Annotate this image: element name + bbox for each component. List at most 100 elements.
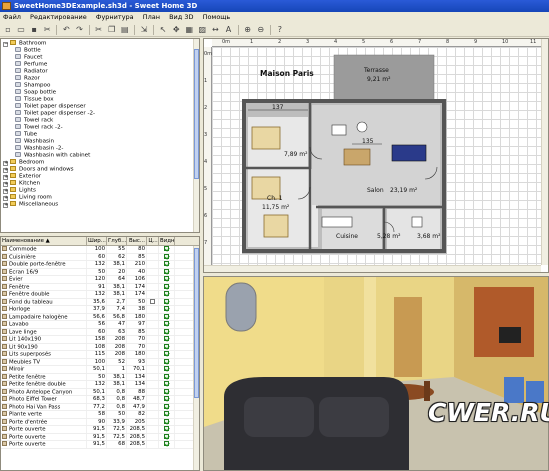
visible-checkbox[interactable] [164, 366, 169, 371]
visible-checkbox[interactable] [164, 298, 169, 304]
catalog-item[interactable]: Toilet paper dispenser -2- [3, 110, 199, 117]
plant-icon[interactable] [356, 121, 368, 133]
expand-icon[interactable]: + [3, 167, 8, 173]
desk-icon[interactable] [331, 124, 347, 136]
catalog-scrollbar[interactable] [193, 39, 199, 232]
expand-icon[interactable]: + [3, 174, 8, 180]
catalog-category[interactable]: − Bathroom [3, 40, 199, 47]
table-row[interactable]: Miroir 50,1 1 70,1 [1, 366, 199, 374]
plan-vertical-scrollbar[interactable] [541, 39, 548, 265]
expand-icon[interactable]: + [3, 202, 8, 208]
cell-visible[interactable] [159, 298, 175, 305]
catalog-category[interactable]: + Exterior [3, 173, 199, 180]
catalog-item[interactable]: Washbasin -2- [3, 145, 199, 152]
plan-canvas[interactable]: Maison Paris Terrasse 9,21 m² 137 135 7,… [212, 47, 541, 265]
catalog-item[interactable]: Washbasin [3, 138, 199, 145]
catalog-item[interactable]: Washbasin with cabinet [3, 152, 199, 159]
header-name[interactable]: Наименование ▲ [1, 237, 87, 245]
catalog-item[interactable]: Razor [3, 75, 199, 82]
cell-visible[interactable] [159, 336, 175, 343]
table-row[interactable]: Porte ouverte 91,5 72,5 208,5 [1, 426, 199, 434]
catalog-item[interactable]: Faucet [3, 54, 199, 61]
cell-visible[interactable] [159, 276, 175, 283]
table-scrollbar[interactable] [193, 246, 199, 470]
cell-visible[interactable] [159, 351, 175, 358]
scrollbar-thumb[interactable] [194, 49, 199, 179]
table-row[interactable]: Double porte-fenêtre 132 38,1 210 [1, 261, 199, 269]
catalog-category[interactable]: + Kitchen [3, 180, 199, 187]
table-row[interactable]: Petite fenêtre 50 38,1 134 [1, 373, 199, 381]
menu-file[interactable]: Файл [3, 13, 21, 21]
cell-visible[interactable] [159, 283, 175, 290]
catalog-item[interactable]: Tissue box [3, 96, 199, 103]
cut-icon-2[interactable]: ✂ [94, 25, 104, 35]
expand-icon[interactable]: + [3, 195, 8, 201]
cell-visible[interactable] [159, 261, 175, 268]
cell-visible[interactable] [159, 411, 175, 418]
create-walls-icon[interactable]: ▦ [184, 25, 194, 35]
table-row[interactable]: Photo Antelope Canyon 50,1 0,8 88 [1, 388, 199, 396]
visible-checkbox[interactable] [164, 373, 169, 379]
catalog-category[interactable]: + Lights [3, 187, 199, 194]
visible-checkbox[interactable] [164, 291, 169, 296]
table-row[interactable]: Cuisinière 60 62 85 [1, 253, 199, 261]
paste-icon[interactable]: ▤ [120, 25, 130, 35]
cell-visible[interactable] [159, 441, 175, 448]
table-row[interactable]: Porte ouverte 91,5 68 208,5 [1, 441, 199, 449]
cell-visible[interactable] [159, 433, 175, 440]
add-text-icon[interactable]: A [223, 25, 233, 35]
table-row[interactable]: Lavabo 56 47 97 [1, 321, 199, 329]
visible-checkbox[interactable] [164, 418, 169, 424]
create-rooms-icon[interactable]: ▨ [197, 25, 207, 35]
expand-icon[interactable]: + [3, 181, 8, 187]
cell-visible[interactable] [159, 313, 175, 320]
cell-visible[interactable] [159, 246, 175, 253]
cell-visible[interactable] [159, 396, 175, 403]
table-row[interactable]: Ecran 16/9 50 20 40 [1, 268, 199, 276]
table-row[interactable]: Horloge 37,9 7,4 38 [1, 306, 199, 314]
cell-visible[interactable] [159, 268, 175, 275]
cell-visible[interactable] [159, 358, 175, 365]
catalog-category[interactable]: + Living room [3, 194, 199, 201]
catalog-item[interactable]: Tube [3, 131, 199, 138]
cell-visible[interactable] [159, 343, 175, 350]
furniture-catalog-tree[interactable]: − Bathroom Bottle Faucet Perfume Radiator Razo… [0, 38, 200, 233]
washbasin-icon[interactable] [411, 216, 423, 228]
table-row[interactable]: Plante verte 58 50 82 [1, 411, 199, 419]
redo-icon[interactable]: ↷ [74, 25, 84, 35]
table-row[interactable]: Evier 120 64 106 [1, 276, 199, 284]
save-icon[interactable]: ▪ [29, 25, 39, 35]
cell-visible[interactable] [159, 418, 175, 425]
furniture-table[interactable]: Наименование ▲ Шир... Глуб... Выс... Ц..… [0, 236, 200, 471]
bed-icon[interactable] [251, 126, 281, 150]
cell-visible[interactable] [159, 373, 175, 380]
visible-checkbox[interactable] [164, 433, 169, 439]
catalog-category[interactable]: + Doors and windows [3, 166, 199, 173]
menu-edit[interactable]: Редактирование [30, 13, 87, 21]
catalog-item[interactable]: Perfume [3, 61, 199, 68]
menu-furniture[interactable]: Фурнитура [96, 13, 134, 21]
expand-icon[interactable]: + [3, 160, 8, 166]
add-furniture-icon[interactable]: ⇲ [139, 25, 149, 35]
dining-table-icon[interactable] [343, 148, 371, 166]
cell-visible[interactable] [159, 253, 175, 260]
header-color[interactable]: Ц... [147, 237, 159, 245]
menu-help[interactable]: Помощь [203, 13, 231, 21]
table-row[interactable]: Photo Eiffel Tower 68,3 0,8 48,7 [1, 396, 199, 404]
visible-checkbox[interactable] [164, 396, 169, 401]
catalog-item[interactable]: Radiator [3, 68, 199, 75]
table-row[interactable]: Lave linge 60 63 85 [1, 328, 199, 336]
table-row[interactable]: Fond du tableau 35,6 2,7 50 [1, 298, 199, 306]
catalog-item[interactable]: Soap bottle [3, 89, 199, 96]
visible-checkbox[interactable] [164, 426, 169, 431]
cell-visible[interactable] [159, 328, 175, 335]
catalog-category[interactable]: + Bedroom [3, 159, 199, 166]
sofa-icon[interactable] [391, 144, 427, 162]
visible-checkbox[interactable] [164, 313, 169, 319]
plan-horizontal-scrollbar[interactable] [204, 265, 541, 272]
cell-visible[interactable] [159, 321, 175, 328]
table-row[interactable]: Fenêtre double 132 38,1 174 [1, 291, 199, 299]
catalog-item[interactable]: Bottle [3, 47, 199, 54]
cell-visible[interactable] [159, 291, 175, 298]
visible-checkbox[interactable] [164, 388, 169, 394]
